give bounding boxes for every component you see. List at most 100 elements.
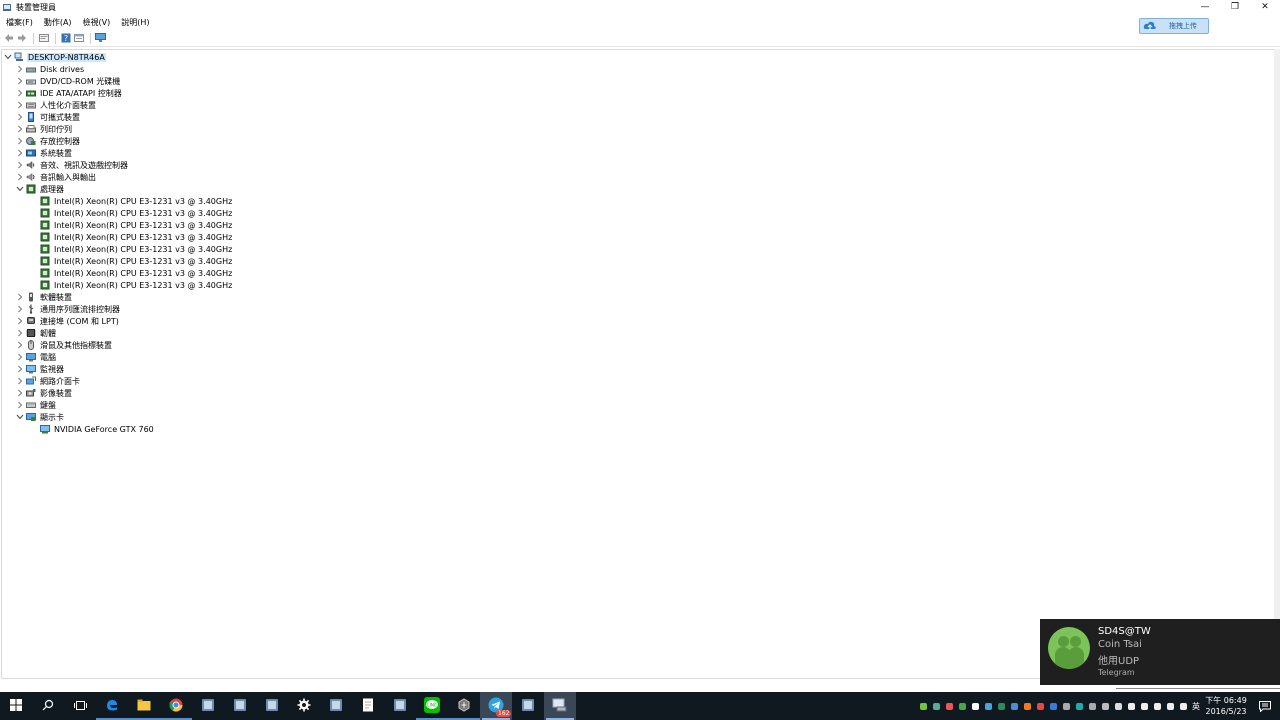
taskbar-app-button[interactable] bbox=[192, 692, 224, 720]
onedrive-icon[interactable] bbox=[1125, 692, 1138, 720]
menu-view[interactable]: 檢視(V) bbox=[83, 17, 111, 28]
chevron-right-icon[interactable] bbox=[16, 75, 24, 87]
tree-device-processor[interactable]: Intel(R) Xeon(R) CPU E3-1231 v3 @ 3.40GH… bbox=[40, 279, 233, 291]
tree-device-display-adapter[interactable]: NVIDIA GeForce GTX 760 bbox=[40, 423, 155, 435]
tree-category[interactable]: 鍵盤 bbox=[16, 399, 57, 411]
ime-indicator[interactable]: 英 bbox=[1190, 701, 1202, 712]
green-circle-icon[interactable] bbox=[917, 692, 930, 720]
tree-category[interactable]: 通用序列匯流排控制器 bbox=[16, 303, 121, 315]
tray-app-icon[interactable] bbox=[943, 692, 956, 720]
back-arrow-icon[interactable] bbox=[3, 33, 14, 44]
tree-category[interactable]: 影像裝置 bbox=[16, 387, 73, 399]
tree-category[interactable]: 顯示卡 bbox=[16, 411, 65, 423]
taskbar-app-button[interactable] bbox=[224, 692, 256, 720]
help-icon[interactable]: ? bbox=[60, 33, 71, 44]
chevron-right-icon[interactable] bbox=[16, 99, 24, 111]
tree-device-processor[interactable]: Intel(R) Xeon(R) CPU E3-1231 v3 @ 3.40GH… bbox=[40, 243, 233, 255]
chevron-right-icon[interactable] bbox=[16, 63, 24, 75]
taskbar-app-button[interactable] bbox=[384, 692, 416, 720]
tree-category[interactable]: DVD/CD-ROM 光碟機 bbox=[16, 75, 121, 87]
keyboard-icon[interactable] bbox=[1177, 692, 1190, 720]
menu-action[interactable]: 動作(A) bbox=[44, 17, 72, 28]
action-center-icon[interactable] bbox=[1250, 692, 1280, 720]
taskbar-line-button[interactable]: LINE bbox=[416, 692, 448, 720]
tray-app-icon[interactable] bbox=[995, 692, 1008, 720]
taskbar-app-button[interactable] bbox=[256, 692, 288, 720]
tree-category[interactable]: 監視器 bbox=[16, 363, 65, 375]
taskbar-settings-button[interactable] bbox=[288, 692, 320, 720]
taskbar-search-button[interactable] bbox=[32, 692, 64, 720]
chevron-right-icon[interactable] bbox=[16, 375, 24, 387]
menu-file[interactable]: 檔案(F) bbox=[6, 17, 33, 28]
taskbar-file-explorer-button[interactable] bbox=[128, 692, 160, 720]
tree-device-processor[interactable]: Intel(R) Xeon(R) CPU E3-1231 v3 @ 3.40GH… bbox=[40, 255, 233, 267]
chevron-right-icon[interactable] bbox=[16, 123, 24, 135]
maximize-button[interactable]: ❐ bbox=[1220, 0, 1250, 14]
telegram-notification[interactable]: SD4S@TW Coin Tsai 他用UDP Telegram bbox=[1040, 619, 1280, 685]
tree-category[interactable]: 音訊輸入與輸出 bbox=[16, 171, 97, 183]
taskbar-telegram-button[interactable]: 162 bbox=[480, 692, 512, 720]
tray-app-icon[interactable] bbox=[1021, 692, 1034, 720]
tray-app-icon[interactable] bbox=[1099, 692, 1112, 720]
chevron-down-icon[interactable] bbox=[4, 51, 12, 63]
tray-app-icon[interactable] bbox=[982, 692, 995, 720]
taskbar-app-button[interactable] bbox=[512, 692, 544, 720]
chevron-down-icon[interactable] bbox=[16, 411, 24, 423]
chevron-right-icon[interactable] bbox=[16, 387, 24, 399]
vertical-scrollbar[interactable] bbox=[1274, 49, 1280, 679]
tree-category[interactable]: 可攜式裝置 bbox=[16, 111, 81, 123]
tray-app-icon[interactable] bbox=[1073, 692, 1086, 720]
properties-icon[interactable] bbox=[38, 33, 49, 44]
tree-category[interactable]: 電腦 bbox=[16, 351, 57, 363]
tray-app-icon[interactable] bbox=[956, 692, 969, 720]
forward-arrow-icon[interactable] bbox=[16, 33, 27, 44]
tree-category[interactable]: 存放控制器 bbox=[16, 135, 81, 147]
tree-category[interactable]: 連接埠 (COM 和 LPT) bbox=[16, 315, 120, 327]
taskbar-game-button[interactable] bbox=[448, 692, 480, 720]
tree-category[interactable]: 系統裝置 bbox=[16, 147, 73, 159]
pen-icon[interactable] bbox=[1164, 692, 1177, 720]
scan-hardware-icon[interactable] bbox=[95, 33, 106, 44]
tree-category[interactable]: 滑鼠及其他指標裝置 bbox=[16, 339, 113, 351]
tree-category[interactable]: 列印佇列 bbox=[16, 123, 73, 135]
tree-device-processor[interactable]: Intel(R) Xeon(R) CPU E3-1231 v3 @ 3.40GH… bbox=[40, 219, 233, 231]
tree-category[interactable]: 處理器 bbox=[16, 183, 65, 195]
chevron-right-icon[interactable] bbox=[16, 327, 24, 339]
tray-app-icon[interactable] bbox=[1008, 692, 1021, 720]
network-icon[interactable] bbox=[1151, 692, 1164, 720]
tree-device-processor[interactable]: Intel(R) Xeon(R) CPU E3-1231 v3 @ 3.40GH… bbox=[40, 195, 233, 207]
chevron-right-icon[interactable] bbox=[16, 147, 24, 159]
chevron-right-icon[interactable] bbox=[16, 159, 24, 171]
view-details-icon[interactable] bbox=[73, 33, 84, 44]
tray-app-icon[interactable] bbox=[930, 692, 943, 720]
chevron-right-icon[interactable] bbox=[16, 315, 24, 327]
minimize-button[interactable]: — bbox=[1190, 0, 1220, 14]
taskbar-edge-button[interactable] bbox=[96, 692, 128, 720]
tree-root-computer[interactable]: DESKTOP-N8TR46A bbox=[4, 51, 106, 63]
tree-device-processor[interactable]: Intel(R) Xeon(R) CPU E3-1231 v3 @ 3.40GH… bbox=[40, 231, 233, 243]
tree-category[interactable]: 網路介面卡 bbox=[16, 375, 81, 387]
battery-icon[interactable] bbox=[1112, 692, 1125, 720]
tray-app-icon[interactable] bbox=[1086, 692, 1099, 720]
taskbar-notepad-button[interactable] bbox=[352, 692, 384, 720]
chevron-right-icon[interactable] bbox=[16, 87, 24, 99]
tree-category[interactable]: 韌體 bbox=[16, 327, 57, 339]
tray-app-icon[interactable] bbox=[1047, 692, 1060, 720]
taskbar-windows-start-button[interactable] bbox=[0, 692, 32, 720]
clock[interactable]: 下午 06:49 2016/5/23 bbox=[1202, 692, 1250, 720]
chevron-down-icon[interactable] bbox=[16, 183, 24, 195]
chevron-right-icon[interactable] bbox=[16, 135, 24, 147]
taskbar-task-view-button[interactable] bbox=[64, 692, 96, 720]
chevron-right-icon[interactable] bbox=[16, 171, 24, 183]
tray-app-icon[interactable] bbox=[1060, 692, 1073, 720]
close-button[interactable]: ✕ bbox=[1250, 0, 1280, 14]
tree-category[interactable]: 軟體裝置 bbox=[16, 291, 73, 303]
chevron-right-icon[interactable] bbox=[16, 363, 24, 375]
chevron-right-icon[interactable] bbox=[16, 111, 24, 123]
chevron-right-icon[interactable] bbox=[16, 291, 24, 303]
tree-category[interactable]: Disk drives bbox=[16, 63, 85, 75]
chevron-right-icon[interactable] bbox=[16, 399, 24, 411]
taskbar-app-button[interactable] bbox=[320, 692, 352, 720]
chevron-right-icon[interactable] bbox=[16, 351, 24, 363]
menu-help[interactable]: 說明(H) bbox=[121, 17, 149, 28]
